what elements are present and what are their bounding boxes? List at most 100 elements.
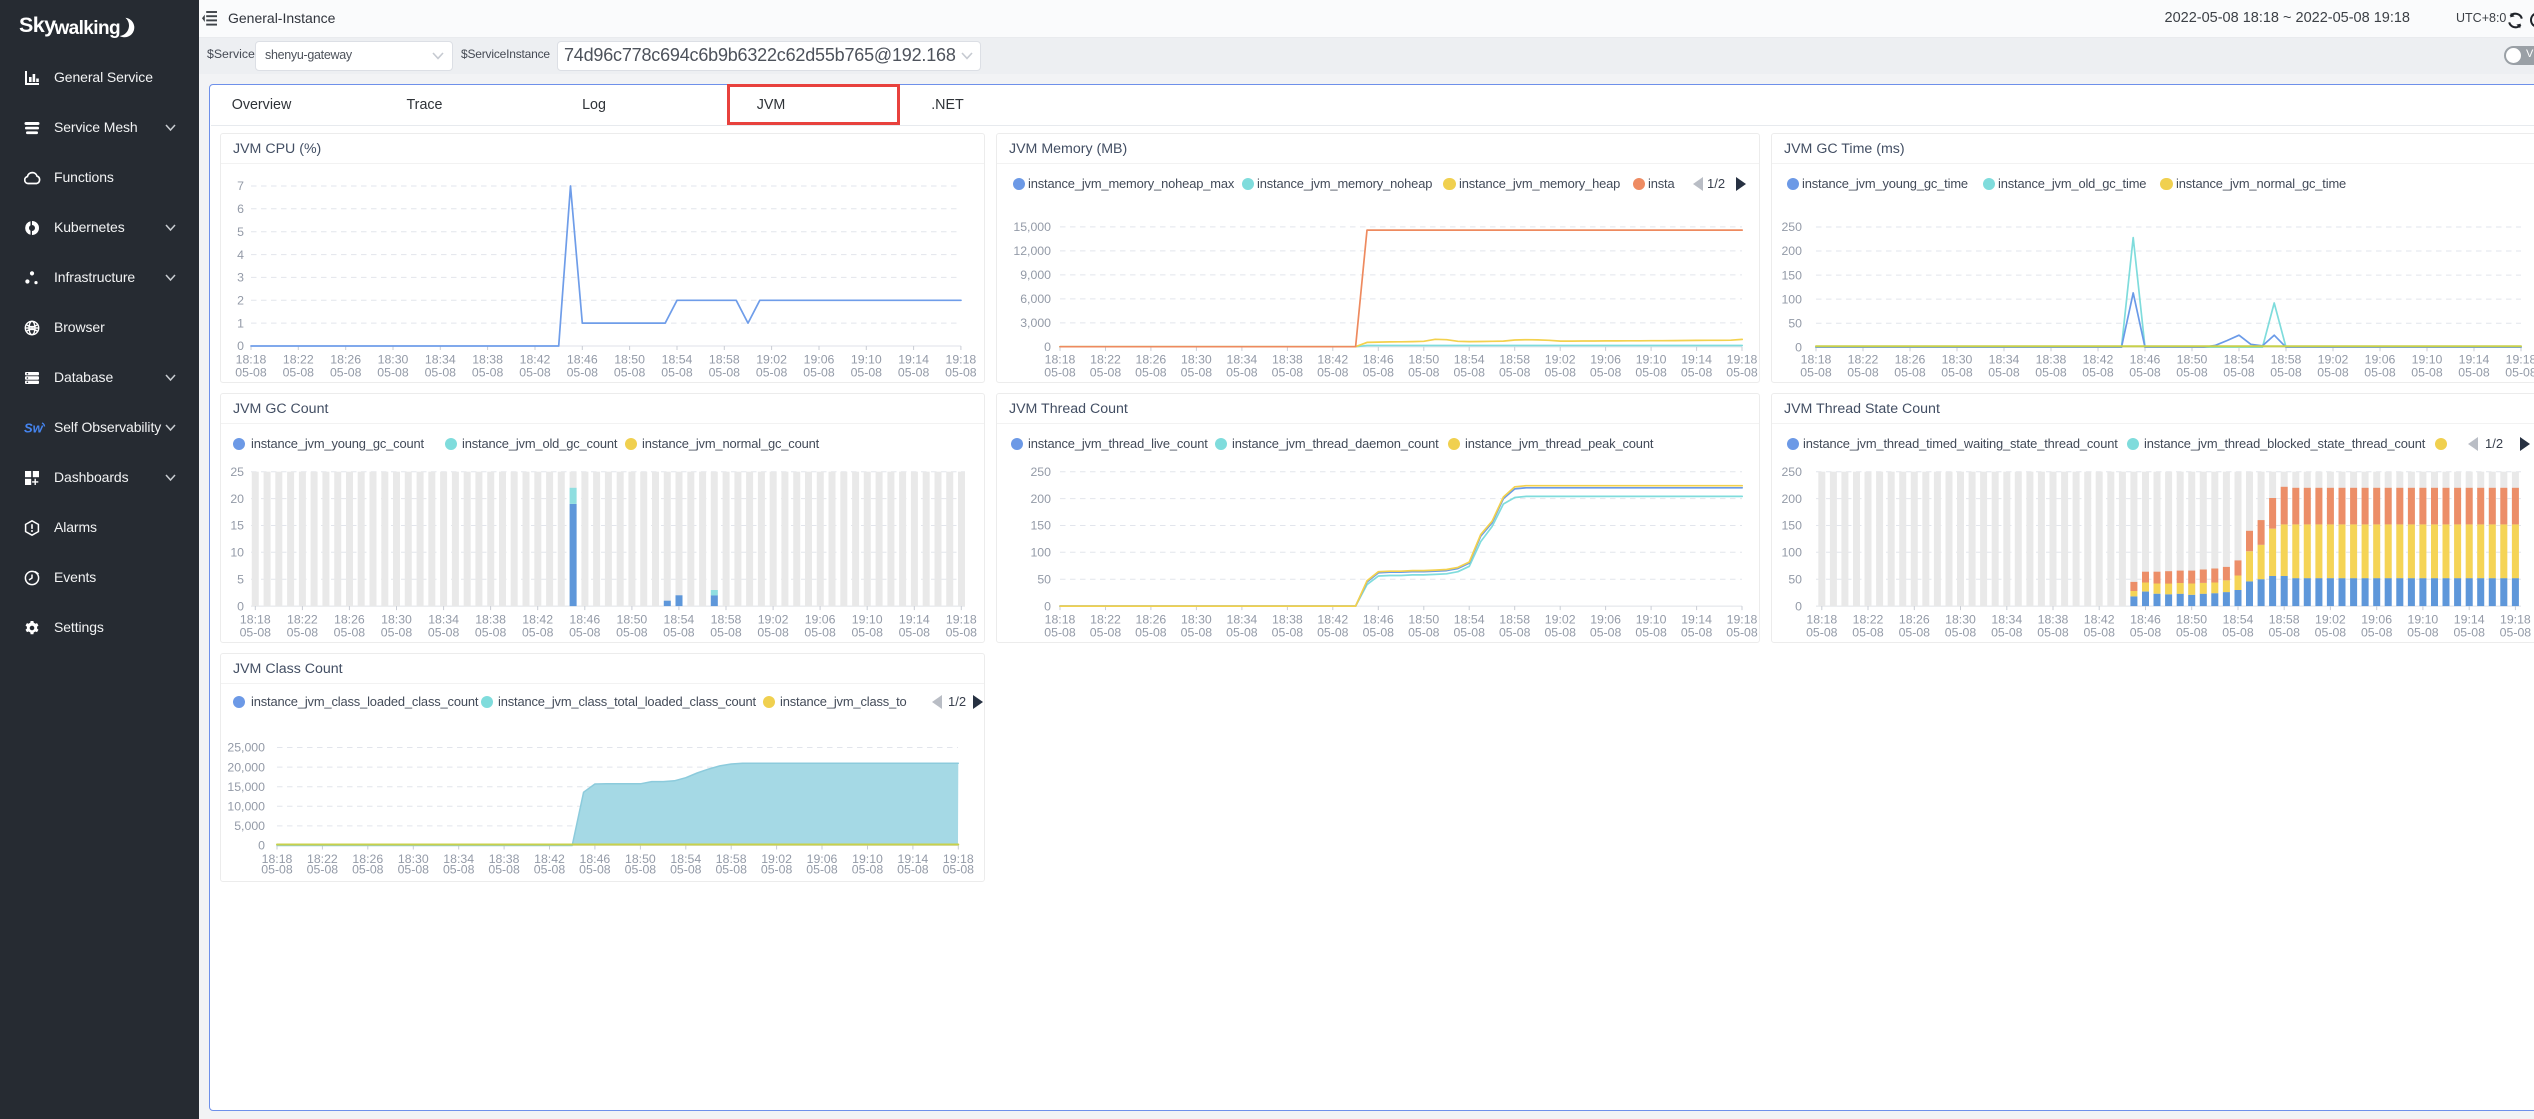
svg-text:18:58: 18:58 (2271, 352, 2302, 366)
svg-text:18:34: 18:34 (1227, 352, 1258, 366)
svg-text:05-08: 05-08 (1453, 365, 1485, 379)
svg-text:05-08: 05-08 (852, 862, 884, 876)
svg-text:05-08: 05-08 (616, 625, 648, 639)
svg-text:18:54: 18:54 (662, 352, 693, 366)
svg-text:05-08: 05-08 (519, 365, 551, 379)
svg-text:05-08: 05-08 (1806, 625, 1838, 639)
svg-text:200: 200 (1781, 244, 1802, 258)
svg-text:05-08: 05-08 (330, 365, 362, 379)
svg-text:05-08: 05-08 (715, 862, 747, 876)
svg-text:0: 0 (237, 339, 244, 353)
svg-text:18:38: 18:38 (1272, 612, 1303, 626)
svg-text:05-08: 05-08 (1363, 625, 1395, 639)
svg-text:19:10: 19:10 (852, 612, 883, 626)
svg-text:50: 50 (1788, 572, 1802, 586)
svg-text:05-08: 05-08 (2411, 365, 2443, 379)
svg-text:20: 20 (230, 491, 244, 505)
svg-text:18:42: 18:42 (1317, 352, 1348, 366)
svg-text:18:26: 18:26 (334, 612, 365, 626)
svg-text:19:18: 19:18 (946, 612, 977, 626)
svg-text:05-08: 05-08 (1590, 365, 1622, 379)
svg-text:18:26: 18:26 (1895, 352, 1926, 366)
svg-text:05-08: 05-08 (757, 625, 789, 639)
svg-text:18:46: 18:46 (567, 352, 598, 366)
svg-text:18:26: 18:26 (1136, 612, 1167, 626)
svg-text:05-08: 05-08 (663, 625, 695, 639)
svg-text:18:58: 18:58 (2269, 612, 2300, 626)
svg-text:05-08: 05-08 (1945, 625, 1977, 639)
svg-text:05-08: 05-08 (761, 862, 793, 876)
svg-text:05-08: 05-08 (334, 625, 366, 639)
svg-text:18:30: 18:30 (1945, 612, 1976, 626)
svg-text:15,000: 15,000 (1013, 220, 1051, 234)
svg-text:05-08: 05-08 (1226, 365, 1258, 379)
svg-text:18:34: 18:34 (1991, 612, 2022, 626)
svg-text:100: 100 (1030, 545, 1051, 559)
svg-text:19:06: 19:06 (805, 612, 836, 626)
svg-text:18:38: 18:38 (2038, 612, 2069, 626)
svg-text:05-08: 05-08 (1499, 625, 1531, 639)
svg-text:50: 50 (1037, 572, 1051, 586)
svg-text:18:46: 18:46 (1363, 612, 1394, 626)
svg-text:18:30: 18:30 (1942, 352, 1973, 366)
svg-text:19:10: 19:10 (1636, 612, 1667, 626)
svg-text:18:38: 18:38 (475, 612, 506, 626)
svg-text:05-08: 05-08 (670, 862, 702, 876)
svg-text:05-08: 05-08 (614, 365, 646, 379)
svg-text:05-08: 05-08 (2407, 625, 2439, 639)
svg-text:0: 0 (1795, 599, 1802, 613)
svg-text:05-08: 05-08 (1135, 625, 1167, 639)
svg-text:05-08: 05-08 (1800, 365, 1832, 379)
svg-text:05-08: 05-08 (283, 365, 315, 379)
svg-text:05-08: 05-08 (2268, 625, 2300, 639)
svg-text:19:10: 19:10 (1636, 352, 1667, 366)
svg-text:18:26: 18:26 (1136, 352, 1167, 366)
svg-text:05-08: 05-08 (1135, 365, 1167, 379)
svg-text:19:14: 19:14 (2459, 352, 2490, 366)
svg-text:05-08: 05-08 (897, 862, 929, 876)
svg-text:15,000: 15,000 (227, 779, 265, 793)
svg-text:05-08: 05-08 (1226, 625, 1258, 639)
svg-text:19:18: 19:18 (946, 352, 977, 366)
svg-text:05-08: 05-08 (943, 862, 975, 876)
svg-text:05-08: 05-08 (945, 365, 977, 379)
svg-text:19:14: 19:14 (2454, 612, 2485, 626)
svg-text:3,000: 3,000 (1020, 316, 1051, 330)
svg-text:18:54: 18:54 (1454, 612, 1485, 626)
svg-text:6: 6 (237, 202, 244, 216)
svg-text:05-08: 05-08 (2083, 625, 2115, 639)
svg-text:19:18: 19:18 (2500, 612, 2531, 626)
svg-text:05-08: 05-08 (1090, 625, 1122, 639)
svg-text:10: 10 (230, 545, 244, 559)
svg-text:100: 100 (1781, 292, 1802, 306)
svg-text:18:18: 18:18 (1806, 612, 1837, 626)
svg-text:250: 250 (1781, 464, 1802, 478)
svg-text:18:46: 18:46 (2130, 612, 2161, 626)
svg-text:18:50: 18:50 (2176, 612, 2207, 626)
svg-text:05-08: 05-08 (1317, 625, 1349, 639)
svg-text:19:18: 19:18 (1727, 612, 1758, 626)
svg-text:18:30: 18:30 (1181, 352, 1212, 366)
svg-text:19:14: 19:14 (1681, 352, 1712, 366)
svg-text:18:18: 18:18 (236, 352, 267, 366)
svg-text:19:18: 19:18 (2506, 352, 2534, 366)
svg-text:18:18: 18:18 (240, 612, 271, 626)
svg-text:4: 4 (237, 247, 244, 261)
svg-text:18:50: 18:50 (2177, 352, 2208, 366)
svg-text:18:50: 18:50 (614, 352, 645, 366)
svg-text:05-08: 05-08 (352, 862, 384, 876)
svg-text:05-08: 05-08 (381, 625, 413, 639)
svg-text:05-08: 05-08 (428, 625, 460, 639)
svg-text:18:58: 18:58 (1499, 612, 1530, 626)
svg-text:05-08: 05-08 (569, 625, 601, 639)
svg-text:5: 5 (237, 224, 244, 238)
svg-text:05-08: 05-08 (398, 862, 430, 876)
svg-text:05-08: 05-08 (1090, 365, 1122, 379)
svg-text:0: 0 (258, 838, 265, 852)
svg-text:250: 250 (1781, 220, 1802, 234)
svg-text:7: 7 (237, 179, 244, 193)
svg-text:05-08: 05-08 (443, 862, 475, 876)
svg-text:05-08: 05-08 (2222, 625, 2254, 639)
svg-text:05-08: 05-08 (2037, 625, 2069, 639)
svg-text:18:38: 18:38 (2036, 352, 2067, 366)
